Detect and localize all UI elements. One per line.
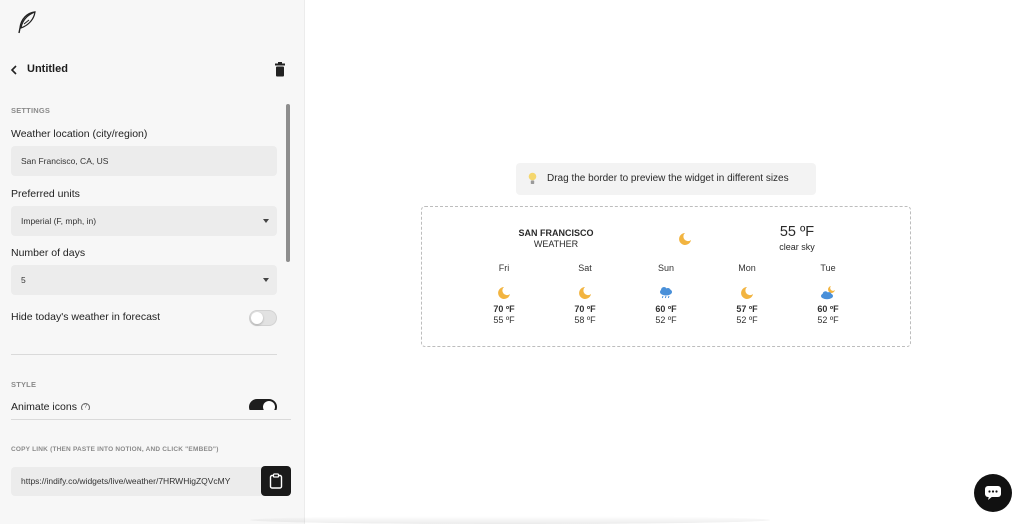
toggle-knob [251, 312, 263, 324]
day-name: Sun [657, 263, 674, 273]
day-low-temp: 52 ºF [736, 315, 758, 325]
forecast-day: Sat 70 ºF 58 ºF [555, 263, 615, 325]
city-subtitle: WEATHER [533, 239, 579, 249]
lightbulb-icon [528, 172, 537, 184]
location-input[interactable] [11, 146, 277, 176]
resize-hint: Drag the border to preview the widget in… [516, 163, 816, 195]
location-label: Weather location (city/region) [11, 128, 148, 140]
editor-header: Untitled [0, 58, 305, 82]
style-section-label: STYLE [11, 380, 37, 389]
units-select-value: Imperial (F, mph, in) [21, 216, 97, 226]
forecast-day: Fri 70 ºF 55 ºF [474, 263, 534, 325]
embed-link-field[interactable]: https://indify.co/widgets/live/weather/7… [11, 467, 263, 496]
day-name: Fri [498, 263, 510, 273]
day-high-temp: 70 ºF [574, 304, 596, 314]
forecast-day: Mon 57 ºF 52 ºF [717, 263, 777, 325]
clipboard-icon [269, 473, 283, 489]
day-name: Mon [738, 263, 756, 273]
city-name: SAN FRANCISCO [518, 228, 594, 238]
moon-icon [741, 287, 753, 299]
rain-cloud-icon [660, 287, 672, 299]
days-select[interactable]: 5 [11, 265, 277, 295]
widget-title[interactable]: Untitled [27, 63, 68, 75]
settings-scroll-area[interactable]: SETTINGS Weather location (city/region) … [0, 95, 305, 410]
units-select[interactable]: Imperial (F, mph, in) [11, 206, 277, 236]
copy-link-label: COPY LINK (THEN PASTE INTO NOTION, AND C… [11, 446, 219, 453]
quill-feather-icon [18, 11, 36, 34]
hide-today-label: Hide today's weather in forecast [11, 311, 161, 323]
section-divider [11, 419, 291, 420]
settings-section-label: SETTINGS [11, 106, 51, 115]
trash-icon[interactable] [274, 62, 286, 77]
cloud-moon-icon [821, 286, 835, 300]
settings-sidebar: Untitled SETTINGS Weather location (city… [0, 0, 305, 524]
forecast-day: Sun 60 ºF 52 ºF [636, 263, 696, 325]
day-low-temp: 52 ºF [655, 315, 677, 325]
moon-icon [679, 233, 691, 245]
day-high-temp: 60 ºF [655, 304, 677, 314]
day-low-temp: 58 ºF [574, 315, 596, 325]
copy-link-button[interactable] [261, 466, 291, 496]
day-low-temp: 55 ºF [493, 315, 515, 325]
resize-hint-text: Drag the border to preview the widget in… [547, 173, 789, 184]
back-chevron-icon[interactable] [8, 62, 22, 78]
chat-support-button[interactable] [974, 474, 1012, 512]
units-label: Preferred units [11, 188, 80, 200]
forecast-day: Tue 60 ºF 52 ºF [798, 263, 858, 325]
animate-icons-toggle[interactable] [249, 399, 277, 410]
chevron-down-icon [263, 219, 269, 223]
weather-widget-preview[interactable]: SAN FRANCISCO WEATHER 55 ºF clear sky Fr… [421, 206, 911, 347]
day-name: Tue [820, 263, 836, 273]
bottom-shadow [250, 516, 770, 524]
day-name: Sat [578, 263, 592, 273]
day-high-temp: 70 ºF [493, 304, 515, 314]
chat-bubble-icon [985, 486, 1001, 500]
current-temperature: 55 ºF [779, 224, 815, 240]
animate-icons-label: Animate icons [11, 401, 77, 410]
current-condition: clear sky [779, 242, 815, 252]
toggle-knob [263, 401, 275, 410]
help-icon[interactable]: ? [81, 403, 90, 410]
days-select-value: 5 [21, 275, 26, 285]
hide-today-toggle[interactable] [249, 310, 277, 326]
moon-icon [579, 287, 591, 299]
chevron-down-icon [263, 278, 269, 282]
day-high-temp: 57 ºF [736, 304, 758, 314]
day-high-temp: 60 ºF [817, 304, 839, 314]
moon-icon [498, 287, 510, 299]
scrollbar-thumb[interactable] [286, 104, 290, 262]
days-label: Number of days [11, 247, 86, 259]
day-low-temp: 52 ºF [817, 315, 839, 325]
section-divider [11, 354, 277, 355]
